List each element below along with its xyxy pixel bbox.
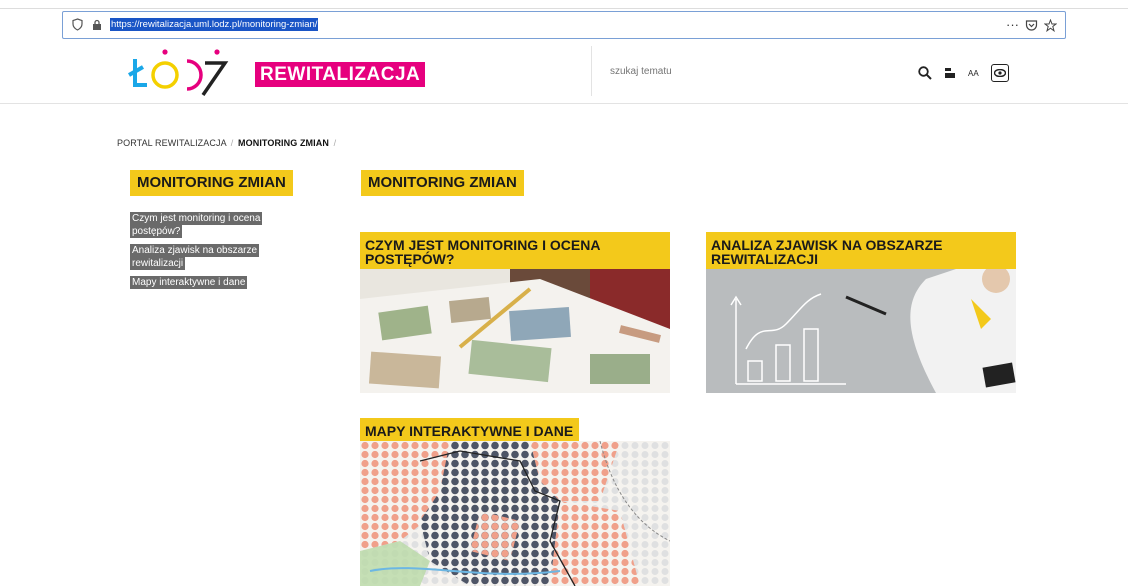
- breadcrumb-separator: /: [333, 138, 337, 148]
- page-title: MONITORING ZMIAN: [361, 170, 524, 196]
- sidebar-title: MONITORING ZMIAN: [130, 170, 293, 196]
- lodz-logo[interactable]: [125, 45, 240, 97]
- site-header: REWITALIZACJA AA: [0, 40, 1128, 104]
- url-text[interactable]: https://rewitalizacja.uml.lodz.pl/monito…: [110, 18, 319, 31]
- sidebar-item-label: Czym jest monitoring i ocena postępów?: [130, 212, 263, 238]
- font-size-toggle[interactable]: AA: [968, 69, 979, 78]
- contrast-icon[interactable]: [944, 67, 956, 79]
- lock-icon[interactable]: [92, 19, 102, 30]
- pocket-icon[interactable]: [1025, 19, 1038, 32]
- card-monitoring[interactable]: CZYM JEST MONITORING I OCENA POSTĘPÓW?: [360, 232, 670, 393]
- bookmark-star-icon[interactable]: [1044, 18, 1057, 32]
- eye-icon: [993, 69, 1006, 77]
- brand-label[interactable]: REWITALIZACJA: [255, 62, 426, 87]
- card-title[interactable]: MAPY INTERAKTYWNE I DANE: [360, 418, 580, 441]
- sidebar-item-monitoring[interactable]: Czym jest monitoring i ocena postępów?: [130, 212, 290, 238]
- card-image-hex-map[interactable]: [360, 441, 670, 586]
- browser-top-border: [0, 8, 1128, 9]
- card-image-chart-presentation[interactable]: [706, 269, 1016, 393]
- card-analiza[interactable]: ANALIZA ZJAWISK NA OBSZARZE REWITALIZACJ…: [706, 232, 1016, 393]
- sidebar-item-analiza[interactable]: Analiza zjawisk na obszarze rewitalizacj…: [130, 244, 290, 270]
- sidebar-nav: Czym jest monitoring i ocena postępów? A…: [130, 212, 290, 295]
- card-image-planning-table[interactable]: [360, 269, 670, 393]
- card-mapy[interactable]: MAPY INTERAKTYWNE I DANE: [360, 418, 670, 586]
- card-title[interactable]: ANALIZA ZJAWISK NA OBSZARZE REWITALIZACJ…: [706, 232, 1016, 269]
- breadcrumb-current: MONITORING ZMIAN: [238, 138, 329, 148]
- breadcrumb-separator: /: [230, 138, 234, 148]
- breadcrumb: PORTAL REWITALIZACJA / MONITORING ZMIAN …: [117, 138, 338, 148]
- sidebar-item-mapy[interactable]: Mapy interaktywne i dane: [130, 276, 290, 289]
- header-divider: [591, 46, 592, 96]
- sidebar-item-label: Analiza zjawisk na obszarze rewitalizacj…: [130, 244, 260, 270]
- more-icon[interactable]: ···: [1006, 16, 1019, 34]
- shield-icon[interactable]: [72, 18, 83, 31]
- address-bar[interactable]: https://rewitalizacja.uml.lodz.pl/monito…: [62, 11, 1066, 39]
- breadcrumb-home[interactable]: PORTAL REWITALIZACJA: [117, 138, 226, 148]
- accessibility-eye-button[interactable]: [990, 64, 1009, 82]
- card-title[interactable]: CZYM JEST MONITORING I OCENA POSTĘPÓW?: [360, 232, 670, 269]
- sidebar-item-label: Mapy interaktywne i dane: [130, 276, 248, 289]
- search-icon[interactable]: [918, 66, 932, 80]
- search-input[interactable]: [610, 66, 810, 77]
